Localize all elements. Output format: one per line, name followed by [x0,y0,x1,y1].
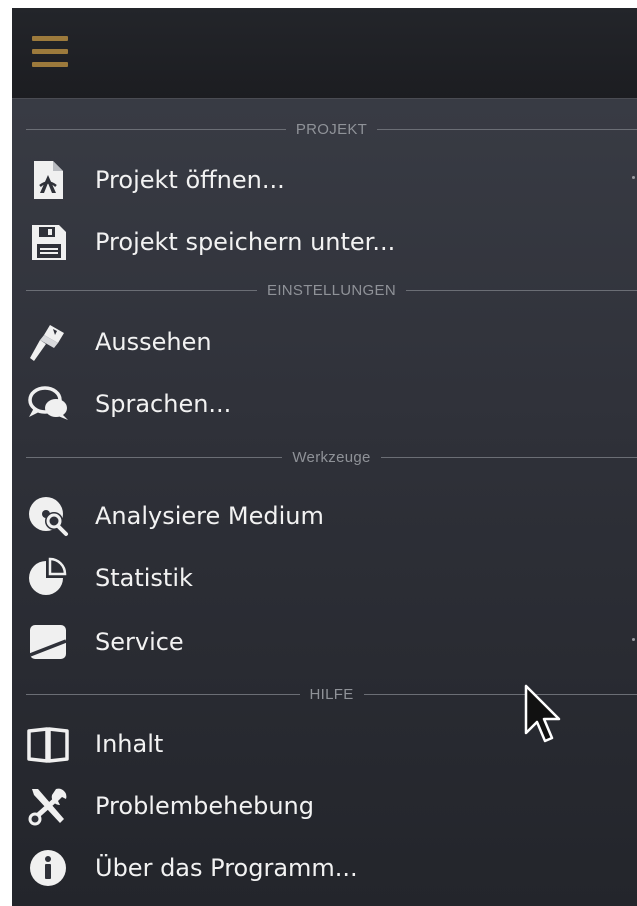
section-title: Werkzeuge [292,448,371,466]
section-header-werkzeuge: Werkzeuge [26,447,637,467]
menu-item-appearance[interactable]: Aussehen [12,316,637,368]
menu-item-label: Service [95,628,184,656]
service-icon [26,621,70,663]
menu-item-service[interactable]: Service [12,616,637,668]
section-header-projekt: PROJEKT [26,119,637,139]
pie-chart-icon [26,557,70,599]
menu-item-label: Projekt öffnen... [95,166,285,194]
menu-item-label: Problembehebung [95,792,314,820]
book-icon [26,723,70,765]
menu-item-label: Über das Programm... [95,854,358,882]
tools-icon [26,785,70,827]
menu-item-languages[interactable]: Sprachen... [12,378,637,430]
menu-item-save-project-as[interactable]: Projekt speichern unter... [12,216,637,268]
submenu-indicator-icon [632,176,635,179]
paintbrush-icon [26,321,70,363]
menu-item-label: Analysiere Medium [95,502,324,530]
disc-magnifier-icon [26,495,70,537]
section-title: HILFE [309,685,354,703]
submenu-indicator-icon [632,638,635,641]
section-header-einstellungen: EINSTELLUNGEN [26,280,637,300]
menu-item-about[interactable]: Über das Programm... [12,842,637,894]
top-bar [12,8,637,99]
mouse-cursor-icon [523,683,563,749]
save-floppy-icon [26,221,70,263]
open-project-icon [26,159,70,201]
menu-item-analyze-medium[interactable]: Analysiere Medium [12,490,637,542]
hamburger-menu-icon[interactable] [32,32,68,72]
section-title: PROJEKT [295,120,368,138]
menu-item-troubleshooting[interactable]: Problembehebung [12,780,637,832]
menu-item-statistics[interactable]: Statistik [12,552,637,604]
speech-bubbles-icon [26,383,70,425]
menu-item-label: Aussehen [95,328,212,356]
app-window: PROJEKT Projekt öffnen... Projekt speich… [12,8,637,906]
info-icon [26,847,70,889]
menu-item-label: Projekt speichern unter... [95,228,396,256]
menu-item-label: Inhalt [95,730,164,758]
menu-item-open-project[interactable]: Projekt öffnen... [12,154,637,206]
section-title: EINSTELLUNGEN [267,281,396,299]
menu-item-label: Sprachen... [95,390,232,418]
menu-item-label: Statistik [95,564,193,592]
